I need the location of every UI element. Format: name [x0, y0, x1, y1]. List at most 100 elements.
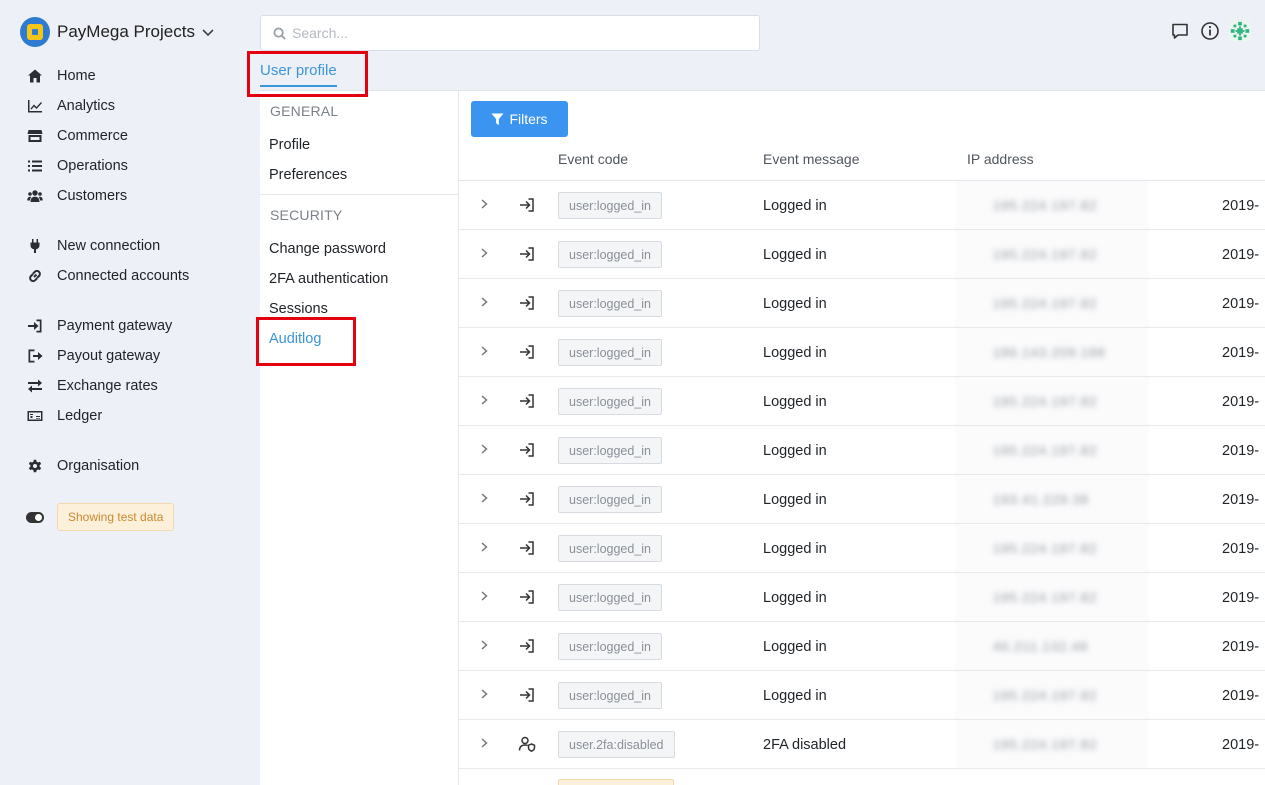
table-row[interactable]: user:logged_in Logged in 186.143.209.188 20…	[459, 328, 1265, 377]
sidebar-item-payout-gateway[interactable]: Payout gateway	[26, 345, 160, 367]
ip-address-value: 46.211.132.48	[993, 639, 1089, 654]
column-header-event-code[interactable]: Event code	[558, 151, 628, 167]
ip-address-value: 195.224.197.82	[993, 688, 1098, 703]
test-data-badge: Showing test data	[57, 503, 175, 531]
submenu-item-profile[interactable]: Profile	[269, 137, 310, 153]
table-row[interactable]: user:logged_in Logged in 195.224.197.82 201…	[459, 279, 1265, 328]
event-message: Logged in	[763, 443, 827, 459]
event-code-badge: user.2fa:disabled	[558, 731, 675, 758]
column-header-event-message[interactable]: Event message	[763, 151, 860, 167]
chevron-right-icon[interactable]	[477, 344, 493, 360]
search-icon	[273, 26, 286, 40]
chevron-right-icon[interactable]	[477, 442, 493, 458]
sidebar-item-home[interactable]: Home	[26, 65, 96, 87]
event-code-badge: user:logged_in	[558, 192, 663, 219]
ip-address-cell: 195.224.197.82	[955, 426, 1149, 474]
submenu-item-auditlog[interactable]: Auditlog	[269, 331, 321, 347]
auditlog-table: Filters Event code Event message IP addr…	[459, 91, 1265, 785]
ip-address-cell: 195.224.197.82	[955, 573, 1149, 621]
table-row[interactable]: user:logged_in Logged in 195.224.197.82 201…	[459, 377, 1265, 426]
filters-button[interactable]: Filters	[471, 101, 568, 137]
chevron-right-icon[interactable]	[477, 589, 493, 605]
event-message: Logged in	[763, 590, 827, 606]
submenu-item-change-password[interactable]: Change password	[269, 241, 386, 257]
money-bill-icon	[26, 407, 44, 425]
table-row[interactable]: user:logged_in Logged in 195.224.197.82 201…	[459, 573, 1265, 622]
sidebar-item-payment-gateway[interactable]: Payment gateway	[26, 315, 172, 337]
event-message: 2FA disabled	[763, 737, 847, 753]
table-row[interactable]: user:logged_in Logged in 195.224.197.82 201…	[459, 230, 1265, 279]
chat-icon[interactable]	[1169, 20, 1191, 42]
ip-address-cell: 195.224.197.82	[955, 377, 1149, 425]
chevron-right-icon[interactable]	[477, 197, 493, 213]
submenu-item-sessions[interactable]: Sessions	[269, 301, 328, 317]
sidebar: PayMega Projects Home Analytics Commerce…	[0, 0, 245, 785]
event-code-badge: user:logged_in	[558, 486, 663, 513]
event-date: 2019-	[1222, 639, 1260, 655]
test-data-toggle[interactable]	[26, 511, 44, 523]
ip-address-value: 195.224.197.82	[993, 247, 1098, 262]
login-icon	[518, 392, 536, 410]
info-icon[interactable]	[1199, 20, 1221, 42]
ip-address-cell: 195.224.197.82	[955, 524, 1149, 572]
sidebar-item-new-connection[interactable]: New connection	[26, 235, 160, 257]
ip-address-cell: 195.224.197.82	[955, 230, 1149, 278]
login-icon	[518, 245, 536, 263]
event-date: 2019-	[1222, 394, 1260, 410]
table-row[interactable]: user:logged_in Logged in 195.224.197.82 201…	[459, 426, 1265, 475]
ip-address-value: 195.224.197.82	[993, 737, 1098, 752]
table-row[interactable]: user:logged_in Logged in 195.224.197.82 201…	[459, 524, 1265, 573]
event-message: Logged in	[763, 688, 827, 704]
login-icon	[518, 637, 536, 655]
event-code-badge: user:logged_in	[558, 388, 663, 415]
chevron-right-icon[interactable]	[477, 295, 493, 311]
event-message: Logged in	[763, 492, 827, 508]
sidebar-item-operations[interactable]: Operations	[26, 155, 128, 177]
sidebar-item-organisation[interactable]: Organisation	[26, 455, 139, 477]
ip-address-cell: 195.224.197.82	[955, 720, 1149, 768]
project-switcher[interactable]: PayMega Projects	[20, 17, 215, 47]
chevron-right-icon[interactable]	[477, 687, 493, 703]
sidebar-item-label: New connection	[57, 238, 161, 254]
table-row[interactable]: user:logged_in Logged in 46.211.132.48 2019…	[459, 622, 1265, 671]
submenu-item-preferences[interactable]: Preferences	[269, 167, 347, 183]
event-date: 2019-	[1222, 247, 1260, 263]
avatar[interactable]	[1229, 20, 1251, 42]
chevron-right-icon[interactable]	[477, 736, 493, 752]
ip-address-value: 195.224.197.82	[993, 541, 1098, 556]
user-shield-icon	[518, 735, 536, 753]
event-message: Logged in	[763, 394, 827, 410]
chevron-right-icon[interactable]	[477, 540, 493, 556]
ip-address-value: 195.224.197.82	[993, 394, 1098, 409]
search-input[interactable]	[292, 25, 732, 41]
sidebar-item-label: Payout gateway	[57, 348, 161, 364]
sidebar-item-analytics[interactable]: Analytics	[26, 95, 115, 117]
table-row[interactable]: user:logged_in Logged in 193.41.229.38 2019…	[459, 475, 1265, 524]
sidebar-item-exchange-rates[interactable]: Exchange rates	[26, 375, 158, 397]
sidebar-item-customers[interactable]: Customers	[26, 185, 127, 207]
ip-address-cell: 195.224.197.82	[955, 279, 1149, 327]
chevron-right-icon[interactable]	[477, 393, 493, 409]
submenu-item-2fa[interactable]: 2FA authentication	[269, 271, 388, 287]
sign-in-icon	[26, 317, 44, 335]
table-row[interactable]: user:logged_in Logged in 195.224.197.82 201…	[459, 181, 1265, 230]
sidebar-item-ledger[interactable]: Ledger	[26, 405, 102, 427]
login-icon	[518, 686, 536, 704]
chevron-right-icon[interactable]	[477, 246, 493, 262]
login-icon	[518, 588, 536, 606]
tab-user-profile[interactable]: User profile	[260, 62, 337, 87]
table-row[interactable]: user:logged_in Logged in 195.224.197.82 201…	[459, 671, 1265, 720]
chevron-down-icon	[202, 29, 214, 37]
submenu-divider	[260, 194, 459, 195]
sidebar-item-label: Home	[57, 68, 96, 84]
ip-address-value: 193.41.229.38	[993, 492, 1090, 507]
sidebar-item-commerce[interactable]: Commerce	[26, 125, 128, 147]
profile-submenu: GENERAL Profile Preferences SECURITY Cha…	[260, 91, 459, 785]
event-message: Logged in	[763, 296, 827, 312]
ip-address-cell: 193.41.229.38	[955, 475, 1149, 523]
table-row[interactable]: user.2fa:disabled 2FA disabled 195.224.197…	[459, 720, 1265, 769]
column-header-ip-address[interactable]: IP address	[967, 151, 1034, 167]
chevron-right-icon[interactable]	[477, 638, 493, 654]
sidebar-item-connected-accounts[interactable]: Connected accounts	[26, 265, 189, 287]
chevron-right-icon[interactable]	[477, 491, 493, 507]
